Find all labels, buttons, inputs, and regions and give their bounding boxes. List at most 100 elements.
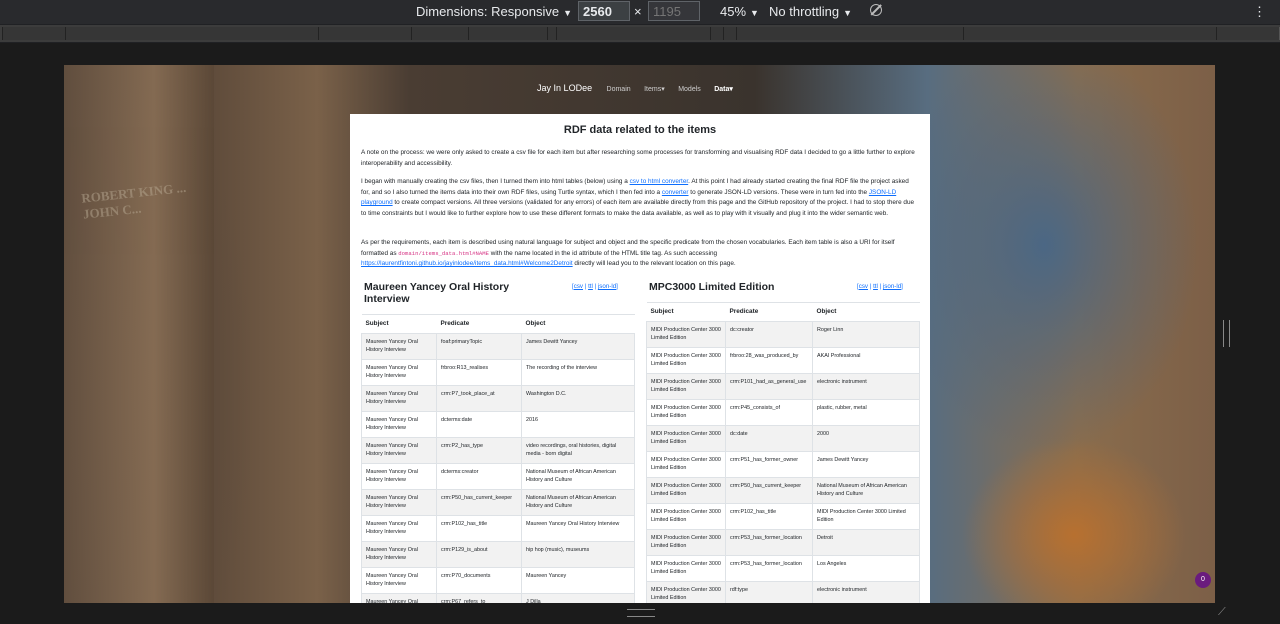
column-header-object: Object [521,314,635,334]
column-header-object: Object [812,302,920,322]
device-viewport[interactable]: ROBERT KING ... JOHN C... Jay In LODee D… [64,65,1215,603]
predicate-cell: dc:date [725,425,813,452]
ttl-download-link[interactable]: ttl [588,283,593,290]
welcome2detroit-link[interactable]: https://laurentfintoni.github.io/jayinlo… [361,260,573,267]
subject-cell: MIDI Production Center 3000 Limited Edit… [646,373,726,400]
resize-handle-corner[interactable]: ⟋ [1218,606,1230,618]
subject-cell: MIDI Production Center 3000 Limited Edit… [646,581,726,603]
ttl-download-link[interactable]: ttl [873,283,878,290]
ruler-segment[interactable] [65,27,319,40]
predicate-cell: crm:P53_has_former_location [725,529,813,556]
nav-link-data[interactable]: Data▾ [714,86,733,93]
predicate-cell: crm:P45_consists_of [725,399,813,426]
table-row: Maureen Yancey Oral History Interviewcrm… [361,567,635,594]
ruler-segment[interactable] [1216,27,1280,40]
predicate-cell: crm:P7_took_place_at [436,385,522,412]
requirements-paragraph: As per the requirements, each item is de… [361,239,895,267]
csv-converter-link[interactable]: csv to html converter [630,178,689,185]
jsonld-download-link[interactable]: json-ld [883,283,901,290]
predicate-cell: crm:P129_is_about [436,541,522,568]
object-cell: hip hop (music), museums [521,541,635,568]
table-row: Maureen Yancey Oral History Interviewcrm… [361,437,635,464]
background-photo: ROBERT KING ... JOHN C... [64,65,214,603]
resize-handle-bottom[interactable] [627,609,655,617]
predicate-cell: crm:P51_has_former_owner [725,451,813,478]
object-cell: Detroit [812,529,920,556]
media-query-ruler[interactable] [0,25,1280,42]
table-row: MIDI Production Center 3000 Limited Edit… [646,399,920,426]
subject-cell: Maureen Yancey Oral History Interview [361,541,437,568]
nav-link-models[interactable]: Models [678,86,701,93]
table-row: MIDI Production Center 3000 Limited Edit… [646,581,920,603]
table-row: MIDI Production Center 3000 Limited Edit… [646,477,920,504]
dimensions-dropdown[interactable]: Dimensions: Responsive ▼ [416,3,572,22]
nav-link-domain[interactable]: Domain [607,86,631,93]
object-cell: 2000 [812,425,920,452]
subject-cell: Maureen Yancey Oral History Interview [361,463,437,490]
content-card: RDF data related to the items A note on … [350,114,930,603]
caret-down-icon: ▾ [661,86,665,93]
rotate-icon[interactable] [870,4,882,16]
subject-cell: Maureen Yancey Oral History Interview [361,437,437,464]
table-row: MIDI Production Center 3000 Limited Edit… [646,451,920,478]
subject-cell: Maureen Yancey Oral History Interview [361,515,437,542]
column-header-subject: Subject [646,302,726,322]
subject-cell: Maureen Yancey Oral History Interview [361,489,437,516]
caret-down-icon: ▾ [729,86,733,93]
predicate-cell: crm:P53_has_former_location [725,555,813,582]
more-vert-icon[interactable]: ⋮ [1253,3,1266,21]
height-input[interactable] [648,1,700,21]
object-cell: 2016 [521,411,635,438]
ruler-segment[interactable] [710,27,724,40]
right-data-table: Subject Predicate Object MIDI Production… [646,302,920,603]
object-cell: AKAI Professional [812,347,920,374]
ruler-segment[interactable] [723,27,737,40]
nav-brand[interactable]: Jay In LODee [537,83,592,93]
table-row: Maureen Yancey Oral History Interviewcrm… [361,541,635,568]
subject-cell: MIDI Production Center 3000 Limited Edit… [646,321,726,348]
width-input[interactable] [578,1,630,21]
jsonld-download-link[interactable]: json-ld [598,283,616,290]
ruler-segment[interactable] [556,27,711,40]
zoom-dropdown[interactable]: 45% ▼ [720,3,759,22]
object-cell: electronic instrument [812,581,920,603]
device-toolbar: Dimensions: Responsive▼ × 45%▼ No thrott… [0,0,1280,24]
table-row: Maureen Yancey Oral History Interview dct… [361,411,635,438]
dimensions-label: Dimensions: Responsive [416,4,560,19]
subject-cell: MIDI Production Center 3000 Limited Edit… [646,503,726,530]
nav-link-items[interactable]: Items▾ [644,86,665,93]
right-item-title: MPC3000 Limited Edition [649,281,775,293]
predicate-cell: dcterms:creator [436,463,522,490]
table-row: Maureen Yancey Oral History Interview dct… [361,463,635,490]
ruler-segment[interactable] [468,27,548,40]
ruler-segment[interactable] [411,27,469,40]
ruler-segment[interactable] [736,27,964,40]
csv-download-link[interactable]: csv [574,283,583,290]
predicate-cell: crm:P2_has_type [436,437,522,464]
chevron-down-icon: ▼ [750,8,759,18]
object-cell: The recording of the interview [521,359,635,386]
uri-format-code: domain/items_data.html#NAME [398,249,489,257]
ruler-segment[interactable] [318,27,412,40]
object-cell: Washington D.C. [521,385,635,412]
table-row: MIDI Production Center 3000 Limited Edit… [646,425,920,452]
right-download-links: [csv | ttl | json-ld] [857,283,903,290]
predicate-cell: frbroo:28_was_produced_by [725,347,813,374]
ruler-segment[interactable] [2,27,66,40]
table-row: MIDI Production Center 3000 Limited Edit… [646,373,920,400]
table-row: MIDI Production Center 3000 Limited Edit… [646,347,920,374]
converter-link[interactable]: converter [662,189,689,196]
csv-download-link[interactable]: csv [859,283,868,290]
throttling-dropdown[interactable]: No throttling ▼ [769,3,852,22]
predicate-cell: crm:P50_has_current_keeper [725,477,813,504]
object-cell: Los Angeles [812,555,920,582]
notification-badge[interactable]: 0 [1195,572,1211,588]
subject-cell: MIDI Production Center 3000 Limited Edit… [646,425,726,452]
object-cell: MIDI Production Center 3000 Limited Edit… [812,503,920,530]
subject-cell: Maureen Yancey Oral History Interview [361,385,437,412]
predicate-cell: crm:P67_refers_to [436,593,522,603]
table-row: Maureen Yancey Oral History Interview frb… [361,359,635,386]
resize-handle-right[interactable] [1223,320,1230,347]
zoom-label: 45% [720,4,747,19]
ruler-segment[interactable] [963,27,1217,40]
